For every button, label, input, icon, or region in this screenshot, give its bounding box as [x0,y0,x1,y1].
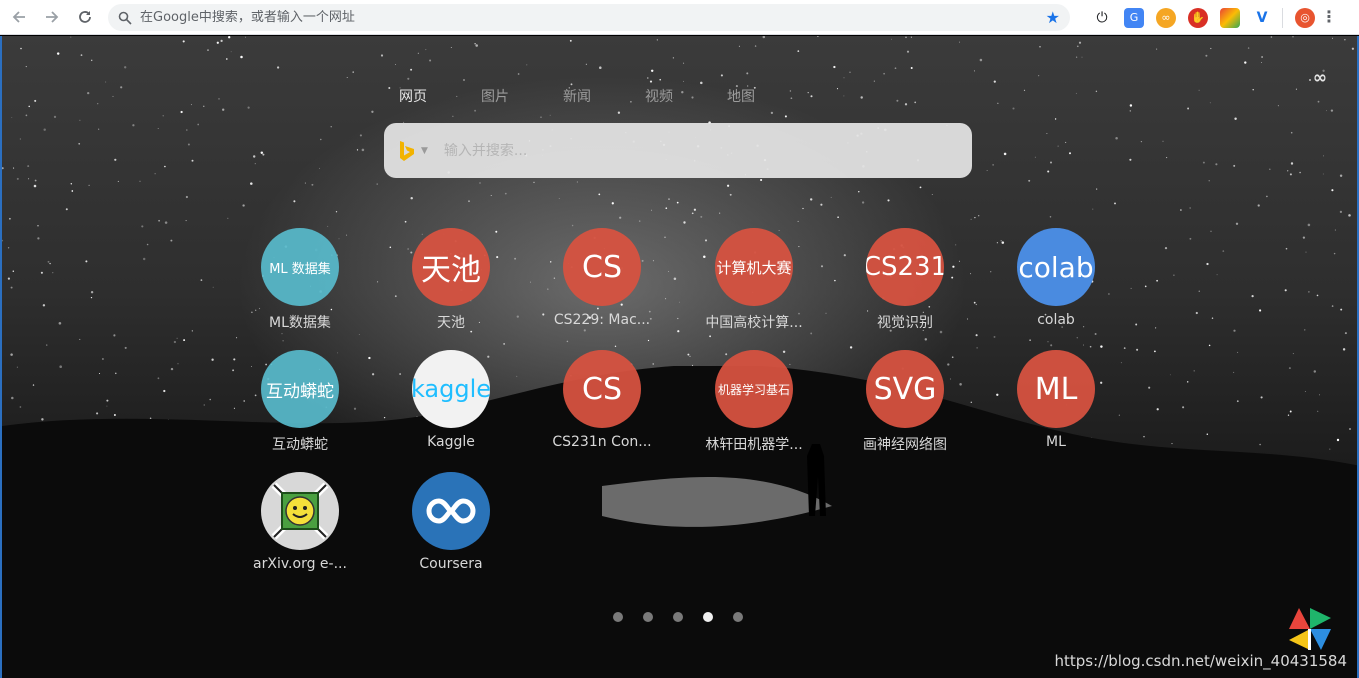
shortcut-icon: colab [1017,228,1095,306]
shortcut-icon: 机器学习基石 [715,350,793,428]
shortcut-icon-text: CS [582,371,622,407]
shortcut-icon-text: CS [582,249,622,285]
shortcut-icon: CS [563,228,641,306]
pagination-dot[interactable] [733,612,743,622]
shortcut-label: Kaggle [427,434,475,450]
shortcut-tile[interactable]: 天池 天池 [391,228,511,332]
shortcut-icon: kaggle [412,350,490,428]
shortcut-label: 视觉识别 [877,315,933,331]
forward-button[interactable] [38,3,66,31]
tab-news[interactable]: 新闻 [563,86,645,106]
shortcut-icon-text: colab [1018,250,1094,284]
shortcut-label: 天池 [437,315,465,331]
adblock-icon[interactable]: ✋ [1188,7,1208,28]
shortcut-icon: SVG [866,350,944,428]
shortcut-icon-text: 互动蟒蛇 [266,381,334,402]
shortcut-label: 中国高校计算... [705,315,803,331]
browser-toolbar: ★ ⏻ G ∞ ✋ V ◎ ⋮ [0,0,1359,35]
power-icon[interactable]: ⏻ [1092,8,1112,28]
watermark-url: https://blog.csdn.net/weixin_40431584 [1054,652,1347,670]
shortcut-icon [412,472,490,550]
shortcut-tile[interactable]: Coursera [391,472,511,572]
shortcut-label: Coursera [419,556,483,572]
shortcut-tile[interactable]: 机器学习基石 林轩田机器学... [694,350,814,454]
bookmark-star-icon[interactable]: ★ [1046,8,1060,27]
extensions-bar: ⏻ G ∞ ✋ V ◎ [1080,0,1315,35]
shortcut-label: CS229: Mac... [553,312,651,328]
shortcut-tile[interactable]: arXiv.org e-... [240,472,360,572]
pagination [613,612,743,622]
tab-maps[interactable]: 地图 [727,86,809,106]
forward-arrow-icon [46,11,59,23]
reload-button[interactable] [71,3,99,31]
pagination-dot[interactable] [703,612,713,622]
vimium-icon[interactable]: V [1252,8,1272,28]
shortcut-icon-text: ML [1034,371,1078,407]
shortcut-icon: ML [1017,350,1095,428]
shortcut-icon: 计算机大赛 [715,228,793,306]
engine-dropdown-icon[interactable]: ▼ [421,146,428,156]
pagination-dot[interactable] [673,612,683,622]
translate-icon[interactable]: G [1124,7,1144,28]
shortcut-icon [261,472,339,550]
infinity-extension-icon[interactable]: ∞ [1156,7,1176,28]
hill-silhouette [2,366,1357,678]
tab-images[interactable]: 图片 [481,86,563,106]
bing-logo-icon[interactable] [398,140,416,162]
shortcut-tile[interactable]: CS CS229: Mac... [542,228,662,328]
shortcut-icon-text: SVG [873,371,937,407]
new-tab-page: ∞ 网页 图片 新闻 视频 地图 ▼ ML 数据集ML数据集天池天池CSCS22… [0,36,1359,678]
tab-videos[interactable]: 视频 [645,86,727,106]
shortcut-tile[interactable]: ML ML [996,350,1116,450]
shortcut-tile[interactable]: CS231 视觉识别 [845,228,965,332]
reload-icon [79,11,91,23]
shortcut-icon-text: 机器学习基石 [717,382,790,397]
browser-menu-icon[interactable]: ⋮ [1321,7,1337,26]
search-icon [118,11,132,25]
shortcut-label: ML [1046,434,1066,450]
tab-web[interactable]: 网页 [399,86,481,106]
color-picker-icon[interactable] [1220,7,1240,28]
shortcut-tile[interactable]: 计算机大赛中国高校计算... [694,228,814,332]
toolbar-separator [1282,7,1283,28]
shortcut-icon: ML 数据集 [261,228,339,306]
back-arrow-icon [12,11,25,23]
shortcut-tile[interactable]: kaggle Kaggle [391,350,511,450]
shortcut-label: colab [1037,312,1075,328]
infinity-settings-icon[interactable]: ∞ [1313,68,1327,88]
arxiv-smiley-icon [271,482,329,540]
shortcut-label: arXiv.org e-... [253,556,347,572]
shortcut-tile[interactable]: colab colab [996,228,1116,328]
shortcut-icon: CS [563,350,641,428]
address-bar[interactable]: ★ [108,4,1070,31]
shortcut-label: 林轩田机器学... [705,437,803,453]
pagination-dot[interactable] [643,612,653,622]
shortcut-tile[interactable]: CS CS231n Con... [542,350,662,450]
search-type-tabs: 网页 图片 新闻 视频 地图 [399,86,809,106]
coursera-logo-icon [426,498,476,524]
shortcut-icon: CS231 [866,228,944,306]
shortcut-icon-text: ML 数据集 [269,261,331,277]
search-box[interactable]: ▼ [384,123,972,178]
shortcut-label: 互动蟒蛇 [272,437,328,453]
pagination-dot[interactable] [613,612,623,622]
back-button[interactable] [5,3,33,31]
shortcut-tile[interactable]: SVG 画神经网络图 [845,350,965,454]
shortcut-label: ML数据集 [269,315,331,331]
shortcut-icon-text: kaggle [412,375,490,403]
pinwheel-logo-icon [1289,608,1331,650]
shortcut-icon-text: 天池 [421,253,481,288]
address-input[interactable] [140,10,1020,25]
shortcut-label: 画神经网络图 [863,437,947,453]
shortcut-icon: 天池 [412,228,490,306]
shortcut-tile[interactable]: 互动蟒蛇 互动蟒蛇 [240,350,360,454]
search-input[interactable] [443,142,924,159]
shortcut-icon-text: 计算机大赛 [716,258,792,277]
shortcut-tile[interactable]: ML 数据集 ML数据集 [240,228,360,332]
shortcut-label: CS231n Con... [552,434,652,450]
shortcut-icon-text: CS231 [866,252,944,282]
tampermonkey-icon[interactable]: ◎ [1295,7,1315,28]
shortcut-icon: 互动蟒蛇 [261,350,339,428]
